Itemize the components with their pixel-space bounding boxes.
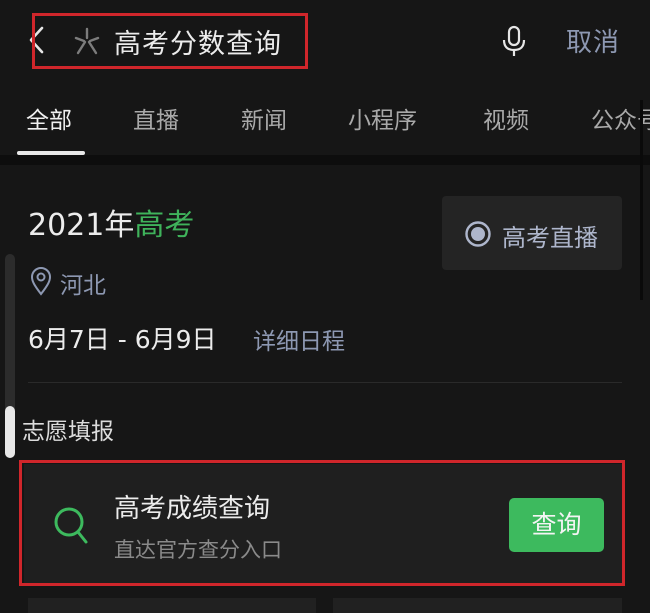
tab-news[interactable]: 新闻	[241, 101, 287, 135]
edge-divider	[640, 100, 643, 300]
location-pin-icon	[30, 267, 52, 296]
section-title: 志愿填报	[22, 419, 114, 445]
event-title-highlight: 高考	[134, 208, 195, 243]
search-highlight-box	[32, 13, 308, 69]
event-dates: 6月7日 - 6月9日	[28, 325, 217, 354]
live-stream-label[interactable]: 高考直播	[502, 218, 598, 253]
microphone-icon[interactable]	[498, 24, 530, 58]
cancel-button[interactable]: 取消	[566, 22, 620, 59]
section-divider	[28, 382, 622, 383]
header-separator	[0, 155, 650, 165]
tab-live[interactable]: 直播	[133, 101, 179, 135]
next-card-left[interactable]	[28, 598, 316, 613]
event-title-year: 2021年	[28, 208, 135, 243]
tab-mini-programs[interactable]: 小程序	[348, 101, 417, 135]
tab-videos[interactable]: 视频	[483, 101, 529, 135]
scrollbar-thumb[interactable]	[5, 406, 15, 458]
tab-all[interactable]: 全部	[26, 101, 72, 135]
event-location: 河北	[60, 273, 106, 299]
event-title: 2021年高考	[28, 200, 194, 244]
card-highlight-box	[19, 460, 625, 586]
next-card-right[interactable]	[333, 598, 622, 613]
search-category-tabs: 全部 直播 新闻 小程序 视频 公众号	[0, 86, 650, 156]
schedule-details-link[interactable]: 详细日程	[253, 322, 345, 356]
live-radio-icon	[465, 221, 491, 247]
